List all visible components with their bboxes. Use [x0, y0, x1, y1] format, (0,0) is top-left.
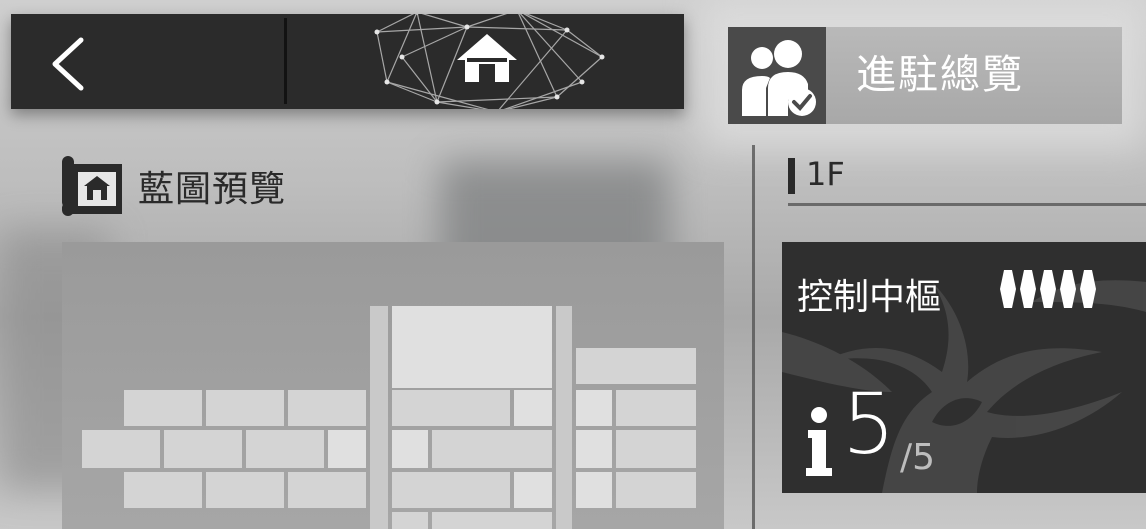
occupant-count: 5 [842, 375, 896, 473]
map-tile [556, 306, 572, 529]
hub-title: 控制中樞 [797, 277, 942, 318]
map-tile [288, 472, 366, 508]
floor-marker [788, 158, 795, 194]
home-network-icon [374, 14, 605, 109]
chevron-left-icon [52, 37, 84, 91]
blueprint-scroll-icon [62, 156, 122, 216]
home-button[interactable] [287, 14, 684, 109]
overview-icon-box [728, 27, 826, 124]
map-tile [576, 430, 612, 468]
map-tile [82, 430, 160, 468]
top-nav-bar [11, 14, 684, 109]
map-tile [124, 472, 202, 508]
blueprint-title: 藍圖預覽 [138, 169, 287, 210]
map-tile [246, 430, 324, 468]
map-tile [392, 306, 552, 388]
map-tile [514, 390, 552, 426]
overview-label: 進駐總覽 [856, 52, 1024, 98]
users-check-icon [742, 40, 816, 116]
map-tile [616, 472, 696, 508]
map-tile [576, 348, 696, 384]
map-tile [392, 390, 510, 426]
map-tile [392, 512, 428, 529]
floor-label: 1F [806, 155, 845, 193]
map-tile [164, 430, 242, 468]
map-tile [392, 430, 428, 468]
map-tile [576, 390, 612, 426]
floor-underline [788, 203, 1146, 206]
map-tile [370, 306, 388, 529]
map-tile [206, 390, 284, 426]
person-icon [806, 407, 832, 476]
control-hub-card[interactable]: 控制中樞 5 /5 [782, 242, 1146, 493]
map-tile [288, 390, 366, 426]
back-button[interactable] [11, 14, 281, 109]
map-tile [432, 512, 552, 529]
map-tile [392, 472, 510, 508]
map-tile [616, 390, 696, 426]
map-tile [124, 390, 202, 426]
map-tile [576, 472, 612, 508]
map-tile [616, 430, 696, 468]
map-tile [432, 430, 552, 468]
map-tile [514, 472, 552, 508]
panel-divider [752, 145, 755, 529]
occupant-capacity: /5 [900, 437, 936, 478]
signal-strength-icon [1000, 270, 1096, 308]
occupancy-overview-button[interactable]: 進駐總覽 [728, 27, 1122, 124]
blueprint-map[interactable] [62, 242, 724, 529]
map-tile [206, 472, 284, 508]
map-tile [328, 430, 366, 468]
